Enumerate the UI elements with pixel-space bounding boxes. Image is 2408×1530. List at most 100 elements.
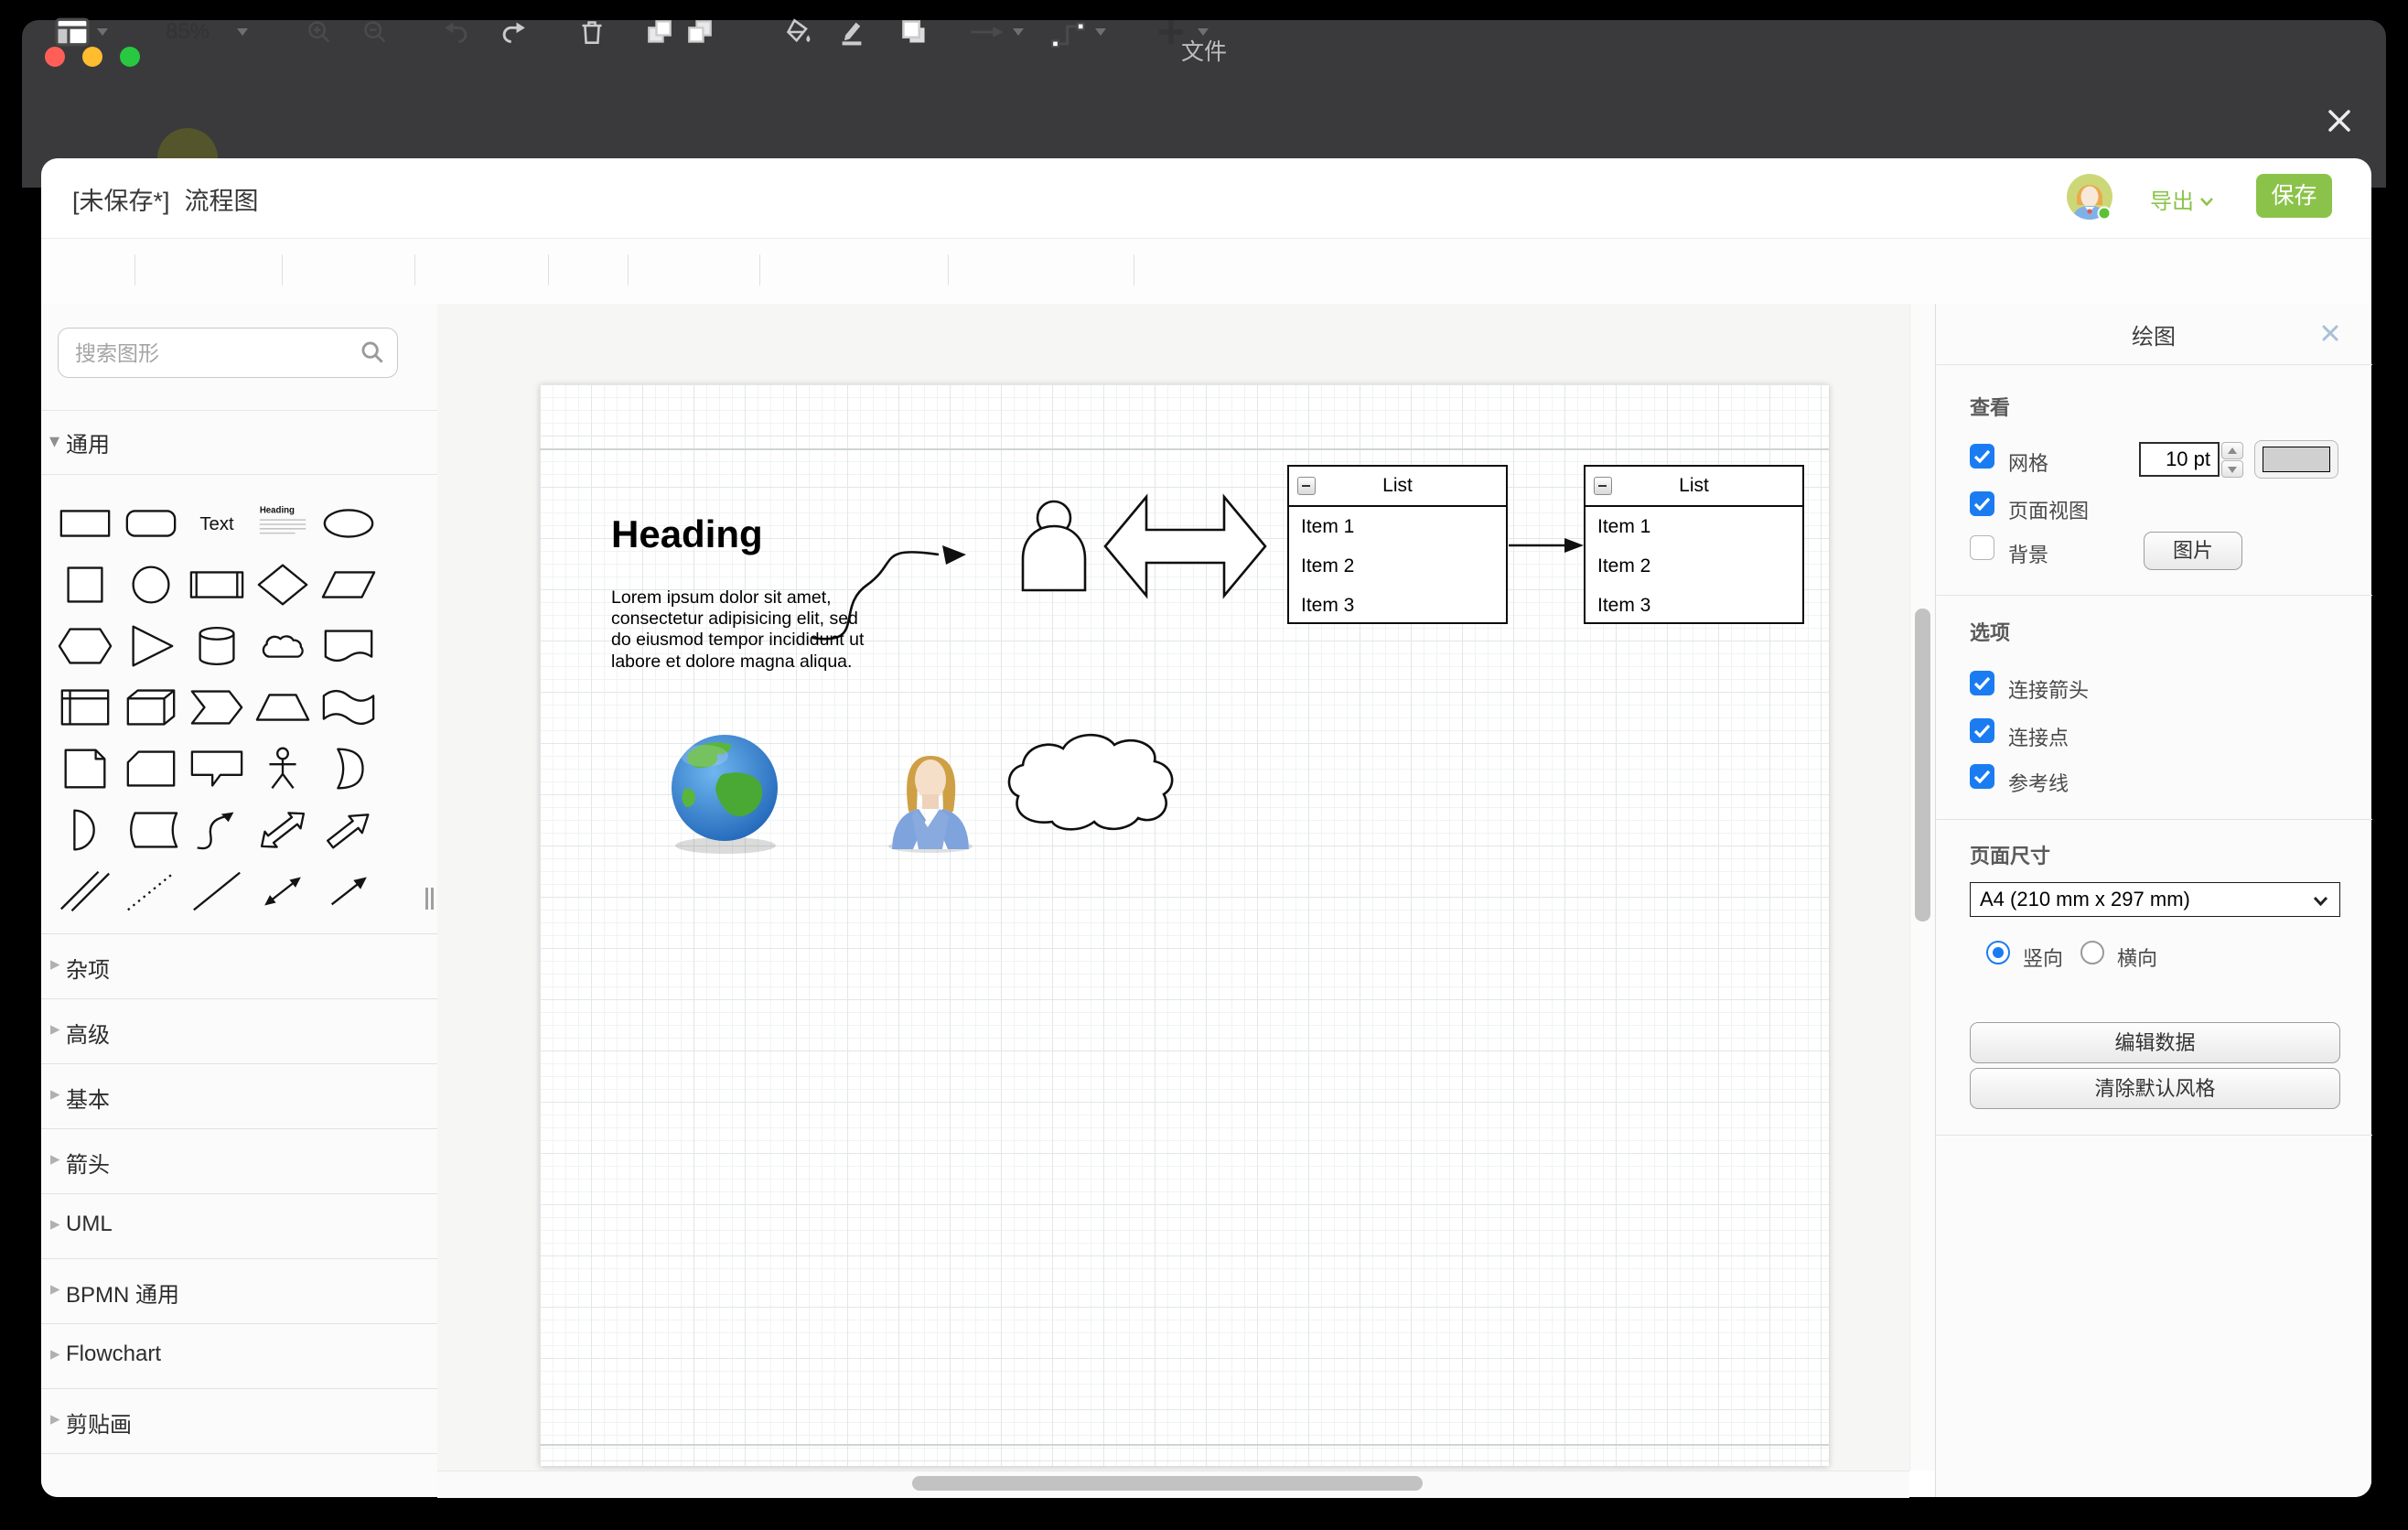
guides-checkbox[interactable] xyxy=(1970,764,1994,789)
canvas-paragraph-text[interactable]: Lorem ipsum dolor sit amet, consectetur … xyxy=(611,587,864,673)
landscape-radio[interactable] xyxy=(2080,941,2104,964)
fill-color-button[interactable] xyxy=(781,0,816,64)
shape-note[interactable] xyxy=(52,738,118,799)
sidebar-category-UML[interactable]: ▸UML xyxy=(41,1193,437,1258)
shape-callout[interactable] xyxy=(184,738,250,799)
sidebar-category-箭头[interactable]: ▸箭头 xyxy=(41,1128,437,1193)
shape-arrow[interactable] xyxy=(316,799,382,860)
shape-dotted-line[interactable] xyxy=(118,860,184,921)
shape-ellipse[interactable] xyxy=(316,492,382,554)
page-view-checkbox[interactable] xyxy=(1970,491,1994,516)
shape-card[interactable] xyxy=(118,738,184,799)
shape-rectangle[interactable] xyxy=(52,492,118,554)
list-item[interactable]: Item 3 xyxy=(1586,586,1802,625)
connection-arrows-checkbox[interactable] xyxy=(1970,671,1994,695)
shape-bidirectional-arrow[interactable] xyxy=(250,799,316,860)
sidebar-category-高级[interactable]: ▸高级 xyxy=(41,998,437,1063)
shape-circle[interactable] xyxy=(118,554,184,615)
grid-size-input[interactable] xyxy=(2139,442,2220,477)
view-panels-button[interactable] xyxy=(50,0,94,64)
double-arrow-shape[interactable] xyxy=(1105,497,1265,596)
collapse-minus-icon[interactable] xyxy=(1297,477,1316,495)
shape-document[interactable] xyxy=(316,615,382,676)
list-item[interactable]: Item 2 xyxy=(1289,546,1506,586)
close-icon[interactable] xyxy=(2323,104,2356,137)
zoom-level[interactable]: 85% xyxy=(156,0,220,64)
sidebar-resize-handle[interactable] xyxy=(424,888,435,910)
sidebar-category-杂项[interactable]: ▸杂项 xyxy=(41,933,437,998)
shape-diamond[interactable] xyxy=(250,554,316,615)
to-back-button[interactable] xyxy=(685,0,715,64)
grid-color-swatch[interactable] xyxy=(2254,440,2338,479)
shape-hexagon[interactable] xyxy=(52,615,118,676)
waypoint-style-button[interactable] xyxy=(1048,0,1089,64)
background-image-button[interactable]: 图片 xyxy=(2144,532,2242,570)
zoom-caret[interactable] xyxy=(234,0,251,64)
shadow-button[interactable] xyxy=(897,0,931,64)
shape-cloud[interactable] xyxy=(250,615,316,676)
delete-button[interactable] xyxy=(577,0,607,64)
insert-caret[interactable] xyxy=(1195,0,1211,64)
shape-data-storage[interactable] xyxy=(118,799,184,860)
sidebar-category-BPMN 通用[interactable]: ▸BPMN 通用 xyxy=(41,1258,437,1323)
stepper-up-button[interactable] xyxy=(2221,442,2243,459)
shape-triangle[interactable] xyxy=(118,615,184,676)
zoom-in-button[interactable] xyxy=(305,0,334,64)
list-shape[interactable]: List Item 1 Item 2 Item 3 xyxy=(1287,465,1508,624)
shape-bidirectional-connector[interactable] xyxy=(250,860,316,921)
shape-step[interactable] xyxy=(184,676,250,738)
shape-and[interactable] xyxy=(52,799,118,860)
redo-button[interactable] xyxy=(499,0,528,64)
collapse-minus-icon[interactable] xyxy=(1594,477,1612,495)
shape-double-line[interactable] xyxy=(52,860,118,921)
vertical-scrollbar[interactable] xyxy=(1915,609,1930,921)
background-checkbox[interactable] xyxy=(1970,535,1994,560)
user-shape[interactable] xyxy=(1023,501,1085,590)
export-button[interactable]: 导出 xyxy=(2150,183,2214,215)
horizontal-scrollbar[interactable] xyxy=(912,1476,1423,1491)
sidebar-category-基本[interactable]: ▸基本 xyxy=(41,1063,437,1128)
stepper-down-button[interactable] xyxy=(2221,460,2243,478)
list-item[interactable]: Item 1 xyxy=(1289,507,1506,546)
shape-curve[interactable] xyxy=(184,799,250,860)
grid-checkbox[interactable] xyxy=(1970,444,1994,469)
drawing-canvas[interactable]: Heading Lorem ipsum dolor sit amet, cons… xyxy=(437,304,1909,1471)
shape-cylinder[interactable] xyxy=(184,615,250,676)
list-item[interactable]: Item 2 xyxy=(1586,546,1802,586)
list-item[interactable]: Item 1 xyxy=(1586,507,1802,546)
businesswoman-clipart[interactable] xyxy=(888,756,973,853)
shape-trapezoid[interactable] xyxy=(250,676,316,738)
shape-internal-storage[interactable] xyxy=(52,676,118,738)
line-color-button[interactable] xyxy=(834,0,869,64)
canvas-heading-text[interactable]: Heading xyxy=(611,512,763,556)
save-button[interactable]: 保存 xyxy=(2256,174,2332,218)
shape-parallelogram[interactable] xyxy=(316,554,382,615)
sidebar-section-general[interactable]: ▾ 通用 xyxy=(41,410,437,475)
shape-line[interactable] xyxy=(184,860,250,921)
sidebar-category-Flowchart[interactable]: ▸Flowchart xyxy=(41,1323,437,1388)
edit-data-button[interactable]: 编辑数据 xyxy=(1970,1022,2340,1063)
page-size-select[interactable]: A4 (210 mm x 297 mm) xyxy=(1970,882,2340,917)
view-panels-caret[interactable] xyxy=(94,0,111,64)
shape-or[interactable] xyxy=(316,738,382,799)
shape-square[interactable] xyxy=(52,554,118,615)
shape-rounded-rectangle[interactable] xyxy=(118,492,184,554)
undo-button[interactable] xyxy=(442,0,471,64)
shape-cube[interactable] xyxy=(118,676,184,738)
globe-clipart[interactable] xyxy=(672,735,778,854)
sidebar-category-剪贴画[interactable]: ▸剪贴画 xyxy=(41,1388,437,1454)
list-item[interactable]: Item 3 xyxy=(1289,586,1506,625)
list-connector-arrow[interactable] xyxy=(1509,538,1584,553)
shape-actor[interactable] xyxy=(250,738,316,799)
connection-style-button[interactable] xyxy=(968,0,1006,64)
portrait-radio[interactable] xyxy=(1986,941,2010,964)
search-input[interactable] xyxy=(73,332,351,374)
shape-tape[interactable] xyxy=(316,676,382,738)
shape-heading[interactable]: Heading xyxy=(250,492,316,554)
cloud-shape[interactable] xyxy=(1009,735,1172,829)
zoom-out-button[interactable] xyxy=(360,0,390,64)
connection-points-checkbox[interactable] xyxy=(1970,718,1994,743)
to-front-button[interactable] xyxy=(645,0,674,64)
user-avatar[interactable] xyxy=(2067,174,2112,220)
shape-text[interactable]: Text xyxy=(184,492,250,554)
